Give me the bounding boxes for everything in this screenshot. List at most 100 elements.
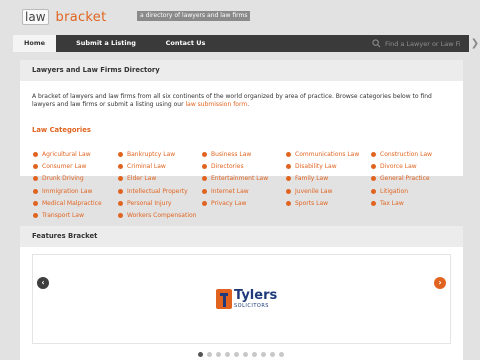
bullet-icon	[371, 188, 376, 194]
category-label: Business Law	[211, 151, 252, 158]
category-link[interactable]: General Practice	[371, 173, 430, 184]
category-link[interactable]: Agricultural Law	[33, 149, 91, 160]
category-link[interactable]: Directories	[202, 161, 244, 172]
submission-form-link[interactable]: law submission form	[185, 101, 247, 108]
bullet-icon	[118, 164, 123, 170]
category-label: Entertainment Law	[211, 175, 269, 183]
category-link[interactable]: Litigation	[371, 186, 408, 197]
bullet-icon	[33, 200, 38, 206]
pager-dot[interactable]	[234, 352, 239, 357]
category-link[interactable]: Privacy Law	[202, 198, 247, 209]
pager-dot[interactable]	[216, 352, 221, 357]
search-input[interactable]	[385, 37, 460, 50]
pager-dot[interactable]	[207, 352, 212, 357]
category-link[interactable]: Divorce Law	[371, 161, 417, 172]
category-link[interactable]: Family Law	[286, 173, 328, 184]
slider-pager	[198, 352, 288, 357]
category-link[interactable]: Bankruptcy Law	[118, 149, 175, 160]
tylers-logo[interactable]: Tylers SOLICITORS	[216, 287, 277, 313]
category-link[interactable]: Disability Law	[286, 161, 337, 172]
chevron-left-icon[interactable]: ‹	[37, 277, 49, 289]
site-logo[interactable]: law bracket	[22, 7, 107, 27]
category-link[interactable]: Internet Law	[202, 186, 249, 197]
category-label: Construction Law	[380, 151, 433, 158]
category-label: Elder Law	[127, 175, 157, 183]
category-label: General Practice	[380, 175, 430, 183]
bullet-icon	[33, 152, 38, 157]
category-label: Agricultural Law	[42, 151, 91, 158]
features-slider: ‹ Tylers SOLICITORS ›	[32, 254, 451, 344]
bullet-icon	[202, 152, 207, 157]
category-label: Family Law	[295, 175, 329, 183]
intro-end: .	[247, 101, 250, 108]
category-label: Sports Law	[295, 199, 329, 207]
pager-dot[interactable]	[198, 352, 203, 357]
category-link[interactable]: Intellectual Property	[118, 186, 188, 197]
pager-dot[interactable]	[225, 352, 230, 357]
bullet-icon	[202, 188, 207, 194]
category-label: Drunk Driving	[42, 175, 84, 183]
category-label: Bankruptcy Law	[127, 151, 176, 158]
nav-contact-us[interactable]: Contact Us	[156, 35, 215, 52]
category-link[interactable]: Juvenile Law	[286, 186, 332, 197]
features-panel: ‹ Tylers SOLICITORS ›	[20, 247, 463, 360]
bullet-icon	[286, 188, 291, 194]
category-label: Internet Law	[211, 187, 249, 195]
categories-title: Law Categories	[32, 126, 91, 134]
category-label: Tax Law	[380, 199, 404, 207]
category-label: Personal Injury	[127, 199, 172, 207]
category-link[interactable]: Construction Law	[371, 149, 432, 160]
tylers-t-stem	[223, 295, 226, 307]
tylers-mark	[216, 289, 232, 309]
intro-text: A bracket of lawyers and law firms from …	[32, 93, 452, 109]
category-link[interactable]: Medical Malpractice	[33, 198, 102, 209]
category-link[interactable]: Consumer Law	[33, 161, 86, 172]
bullet-icon	[33, 164, 38, 170]
bullet-icon	[286, 200, 291, 206]
bullet-icon	[118, 152, 123, 157]
category-link[interactable]: Criminal Law	[118, 161, 166, 172]
chevron-right-icon[interactable]: ›	[434, 277, 446, 289]
category-label: Consumer Law	[42, 163, 87, 171]
bullet-icon	[371, 164, 376, 170]
category-link[interactable]: Business Law	[202, 149, 251, 160]
main-nav: Home Submit a Listing Contact Us ❯	[13, 35, 479, 52]
category-link[interactable]: Transport Law	[33, 210, 84, 221]
category-label: Litigation	[380, 187, 409, 195]
category-link[interactable]: Workers Compensation	[118, 210, 196, 221]
bullet-icon	[371, 152, 376, 157]
category-label: Communications Law	[295, 151, 360, 158]
bullet-icon	[202, 164, 207, 170]
pager-dot[interactable]	[261, 352, 266, 357]
category-link[interactable]: Entertainment Law	[202, 173, 268, 184]
chevron-right-icon[interactable]: ❯	[469, 37, 480, 50]
category-link[interactable]: Tax Law	[371, 198, 404, 209]
pager-dot[interactable]	[279, 352, 284, 357]
category-link[interactable]: Drunk Driving	[33, 173, 84, 184]
pager-dot[interactable]	[270, 352, 275, 357]
category-link[interactable]: Personal Injury	[118, 198, 171, 209]
features-heading: Features Bracket	[20, 226, 463, 247]
category-label: Intellectual Property	[127, 187, 188, 195]
nav-submit-listing[interactable]: Submit a Listing	[56, 35, 156, 52]
category-label: Transport Law	[42, 212, 84, 219]
bullet-icon	[286, 152, 291, 157]
category-link[interactable]: Communications Law	[286, 149, 359, 160]
category-link[interactable]: Immigration Law	[33, 186, 92, 197]
nav-home[interactable]: Home	[13, 35, 56, 52]
bullet-icon	[371, 200, 376, 206]
category-label: Disability Law	[295, 163, 337, 171]
category-label: Medical Malpractice	[42, 199, 102, 207]
bullet-icon	[118, 213, 123, 218]
category-label: Juvenile Law	[295, 187, 333, 195]
bullet-icon	[33, 188, 38, 194]
pager-dot[interactable]	[243, 352, 248, 357]
category-link[interactable]: Sports Law	[286, 198, 328, 209]
pager-dot[interactable]	[252, 352, 257, 357]
category-link[interactable]: Elder Law	[118, 173, 156, 184]
bullet-icon	[118, 200, 123, 206]
logo-box: law	[22, 9, 49, 25]
bullet-icon	[33, 176, 38, 182]
bullet-icon	[118, 188, 123, 194]
site-tagline: a directory of lawyers and law firms	[137, 11, 251, 21]
